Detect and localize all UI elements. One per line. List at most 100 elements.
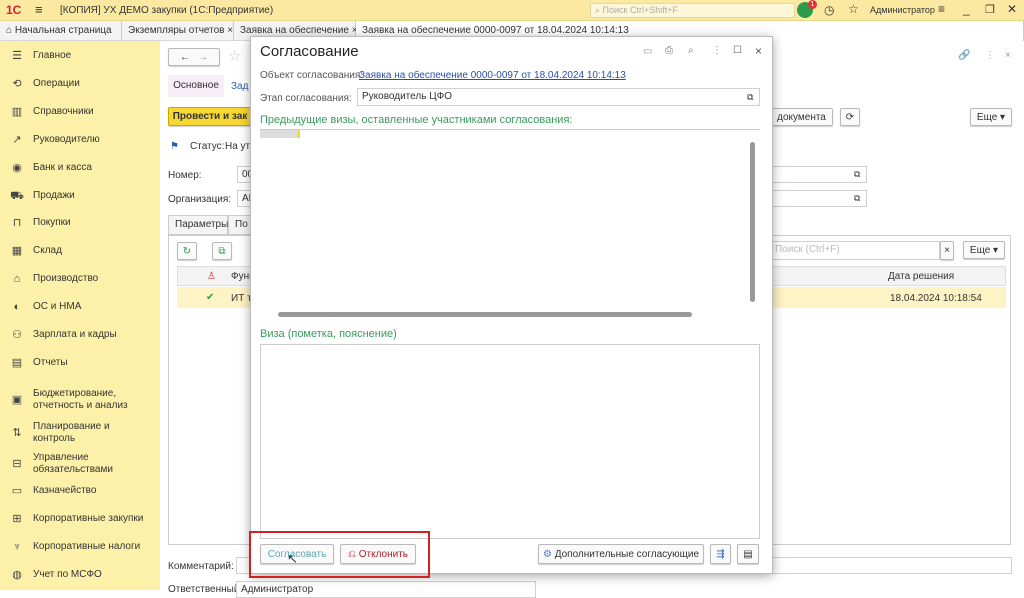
sidebar-item[interactable]: ◉ Банк и касса bbox=[0, 162, 160, 174]
row-func: ИТ т bbox=[231, 293, 252, 304]
sidebar-item[interactable]: ↗ Руководителю bbox=[0, 134, 160, 146]
sidebar-item[interactable]: ▦ Склад bbox=[0, 245, 160, 257]
global-search-input[interactable]: ⌕ Поиск Ctrl+Shift+F bbox=[590, 3, 795, 18]
sidebar-item[interactable]: ⚇ Зарплата и кадры bbox=[0, 329, 160, 341]
clear-search-icon[interactable]: × bbox=[940, 241, 954, 260]
basket-icon: ⊓ bbox=[12, 217, 22, 229]
cart-icon: ⛟ bbox=[10, 190, 24, 202]
document-button[interactable]: документа bbox=[770, 108, 833, 126]
restore-icon[interactable]: ❐ bbox=[985, 3, 995, 16]
more-icon[interactable]: ⋮ bbox=[712, 45, 722, 56]
app-title: [КОПИЯ] УХ ДЕМО закупки (1С:Предприятие) bbox=[60, 5, 274, 16]
sidebar-item[interactable]: ◐ ОС и НМА bbox=[0, 301, 160, 313]
check-icon: ✔ bbox=[206, 292, 215, 303]
sidebar-item[interactable]: ☰ Главное bbox=[0, 50, 160, 62]
globe-icon: ◍ bbox=[12, 569, 22, 581]
open-icon[interactable]: ⧉ bbox=[854, 193, 860, 204]
factory-icon: ⌂ bbox=[13, 273, 21, 285]
plan-icon: ⇅ bbox=[12, 427, 22, 439]
horizontal-scrollbar[interactable] bbox=[278, 312, 692, 317]
approvers-icon: ⚙ bbox=[542, 548, 555, 560]
settings-menu-icon[interactable]: ≡ bbox=[938, 2, 945, 16]
1c-logo: 1С bbox=[6, 3, 22, 17]
search-placeholder: Поиск Ctrl+Shift+F bbox=[602, 5, 679, 15]
main-menu-icon[interactable]: ≡ bbox=[35, 2, 43, 17]
sidebar-item-label: Корпоративные налоги bbox=[33, 541, 141, 552]
sidebar-item[interactable]: ▭ Казначейство bbox=[0, 485, 160, 497]
sidebar-item[interactable]: ⟲ Операции bbox=[0, 78, 160, 90]
preview-icon[interactable]: ⌕ bbox=[688, 45, 694, 56]
favorite-star-icon[interactable]: ☆ bbox=[228, 47, 241, 65]
favorites-icon[interactable]: ☆ bbox=[848, 2, 859, 16]
user-name[interactable]: Администратор bbox=[870, 5, 935, 15]
back-icon[interactable]: ← bbox=[180, 52, 190, 63]
refresh-icon[interactable]: ⟳ bbox=[840, 108, 860, 126]
sidebar-item-label: Справочники bbox=[33, 106, 94, 117]
forward-icon[interactable]: → bbox=[198, 52, 208, 63]
close-icon[interactable]: ✕ bbox=[1007, 2, 1017, 16]
sidebar-item-label: Казначейство bbox=[33, 485, 97, 496]
visa-label: Виза (пометка, пояснение) bbox=[260, 328, 397, 340]
sidebar-item-label: Управление обязательствами bbox=[33, 452, 113, 475]
visa-entry[interactable] bbox=[260, 130, 300, 138]
minimize-icon[interactable]: _ bbox=[963, 2, 970, 16]
sidebar-item[interactable]: ▤ Отчеты bbox=[0, 357, 160, 369]
sidebar-item[interactable]: ▥ Справочники bbox=[0, 106, 160, 118]
visa-textarea[interactable] bbox=[260, 344, 760, 539]
refresh-icon[interactable]: ↻ bbox=[177, 242, 197, 260]
print-icon[interactable]: ⎙ bbox=[665, 45, 673, 56]
number-label: Номер: bbox=[168, 170, 202, 181]
sidebar-item[interactable]: ▣ Бюджетирование, отчетность и анализ bbox=[0, 388, 160, 412]
open-icon[interactable]: ⧉ bbox=[747, 92, 753, 103]
tab-label: Экземпляры отчетов bbox=[128, 25, 225, 36]
stage-label: Этап согласования: bbox=[260, 93, 352, 104]
sidebar-item[interactable]: ♆ Корпоративные налоги bbox=[0, 541, 160, 553]
close-icon[interactable]: × bbox=[227, 25, 233, 36]
vertical-scrollbar[interactable] bbox=[750, 142, 755, 302]
more-icon[interactable]: ⋮ bbox=[985, 50, 995, 61]
extra-approvers-button[interactable]: ⚙ Дополнительные согласующие bbox=[538, 544, 704, 564]
org-label: Организация: bbox=[168, 194, 232, 205]
sidebar-item[interactable]: ◍ Учет по МСФО bbox=[0, 569, 160, 581]
form-tab-tasks[interactable]: Зад bbox=[231, 81, 248, 92]
table-more-button[interactable]: Еще ▾ bbox=[963, 241, 1005, 259]
save-icon[interactable]: ▭ bbox=[643, 46, 652, 57]
sidebar-item[interactable]: ⊟ Управление обязательствами bbox=[0, 452, 160, 476]
copy-icon[interactable]: ⧉ bbox=[212, 242, 232, 260]
sidebar-item-label: Производство bbox=[33, 273, 99, 284]
tax-icon: ♆ bbox=[12, 541, 22, 553]
menu-icon: ☰ bbox=[12, 50, 22, 62]
list-icon[interactable]: ▤ bbox=[737, 544, 759, 564]
extra-approvers-label: Дополнительные согласующие bbox=[554, 548, 700, 560]
dialog-title: Согласование bbox=[260, 43, 359, 60]
sidebar-item[interactable]: ⛟ Продажи bbox=[0, 190, 160, 202]
object-label: Объект согласования: bbox=[260, 70, 364, 81]
sidebar-item[interactable]: ⊓ Покупки bbox=[0, 217, 160, 229]
sidebar-item[interactable]: ⇅ Планирование и контроль bbox=[0, 421, 160, 445]
close-form-icon[interactable]: × bbox=[1005, 50, 1011, 61]
tab-label: Начальная страница bbox=[14, 25, 112, 36]
sidebar-item[interactable]: ⊞ Корпоративные закупки bbox=[0, 513, 160, 525]
route-icon[interactable]: ⇶ bbox=[710, 544, 731, 564]
stage-field[interactable]: Руководитель ЦФО bbox=[357, 88, 760, 106]
maximize-icon[interactable]: ☐ bbox=[733, 45, 742, 56]
prev-visas-label: Предыдущие визы, оставленные участниками… bbox=[260, 114, 573, 126]
link-icon[interactable]: 🔗 bbox=[958, 50, 970, 61]
close-dialog-icon[interactable]: × bbox=[755, 44, 762, 58]
open-icon[interactable]: ⧉ bbox=[854, 169, 860, 180]
sidebar-item[interactable]: ⌂ Производство bbox=[0, 273, 160, 285]
prev-visas-list[interactable] bbox=[260, 129, 760, 322]
tab-home[interactable]: ⌂ Начальная страница bbox=[0, 21, 122, 41]
history-icon[interactable]: ◷ bbox=[824, 3, 834, 17]
table-search-input[interactable]: Поиск (Ctrl+F) bbox=[770, 241, 940, 260]
tab-report-instances[interactable]: Экземпляры отчетов × bbox=[122, 21, 234, 41]
more-button[interactable]: Еще ▾ bbox=[970, 108, 1012, 126]
object-link[interactable]: Заявка на обеспечение 0000-0097 от 18.04… bbox=[359, 70, 626, 81]
subtab-params[interactable]: Параметры bbox=[168, 215, 228, 235]
post-and-close-button[interactable]: Провести и зак bbox=[168, 107, 252, 126]
treasury-icon: ▭ bbox=[11, 485, 23, 497]
form-tab-main[interactable]: Основное bbox=[168, 75, 224, 97]
gift-icon: ⊞ bbox=[12, 513, 22, 525]
sidebar-item-label: Склад bbox=[33, 245, 62, 256]
sidebar-item-label: Корпоративные закупки bbox=[33, 513, 144, 524]
